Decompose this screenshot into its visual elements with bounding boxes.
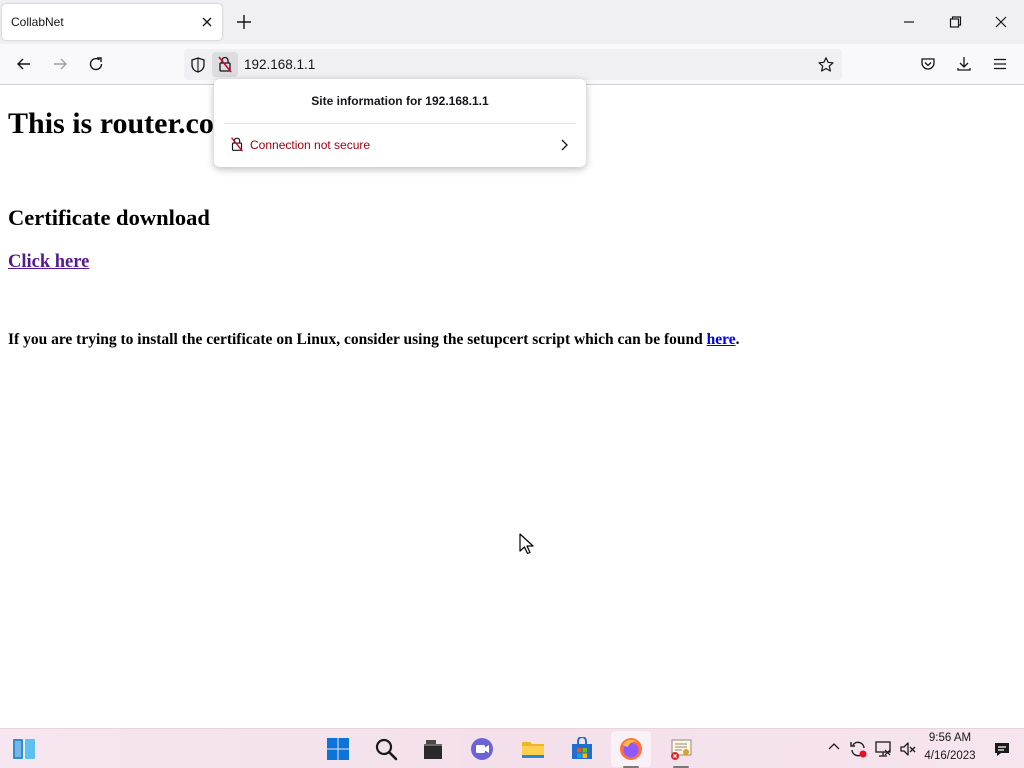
pocket-icon[interactable] <box>918 54 938 74</box>
taskbar-clock-time[interactable]: 9:56 AM <box>918 732 982 744</box>
teams-chat-icon[interactable] <box>470 737 494 761</box>
sync-icon[interactable] <box>848 739 872 763</box>
certificate-download-link[interactable]: Click here <box>8 252 89 273</box>
search-icon[interactable] <box>374 737 398 761</box>
taskbar-clock-date[interactable]: 4/16/2023 <box>918 750 982 762</box>
reload-icon[interactable] <box>86 54 106 74</box>
microsoft-store-icon[interactable] <box>570 737 594 761</box>
star-icon[interactable] <box>816 55 836 75</box>
arrow-right-icon[interactable] <box>50 54 70 74</box>
file-explorer-dark-icon[interactable] <box>421 737 445 761</box>
chevron-up-icon[interactable] <box>826 739 850 763</box>
linux-note: If you are trying to install the certifi… <box>8 331 740 349</box>
firefox-icon[interactable] <box>619 737 643 761</box>
folder-icon[interactable] <box>521 737 545 761</box>
broken-lock-icon <box>215 54 235 74</box>
notification-icon[interactable] <box>992 739 1016 763</box>
url-text[interactable]: 192.168.1.1 <box>244 57 315 72</box>
plus-icon[interactable] <box>234 12 254 32</box>
site-info-button[interactable] <box>212 52 238 77</box>
broken-lock-icon <box>228 135 246 153</box>
minimize-icon[interactable] <box>899 12 919 32</box>
restore-icon[interactable] <box>945 12 965 32</box>
close-icon[interactable] <box>991 12 1011 32</box>
mouse-cursor-icon <box>517 532 537 556</box>
setupcert-script-link[interactable]: here <box>707 331 736 348</box>
chevron-right-icon <box>556 137 572 153</box>
connection-security-row[interactable]: Connection not secure <box>224 131 576 159</box>
widgets-icon[interactable] <box>12 737 36 761</box>
tab-collabnet[interactable]: CollabNet <box>2 4 222 40</box>
page-content: This is router.co Certificate download C… <box>0 85 1024 728</box>
connection-not-secure-label: Connection not secure <box>250 138 371 152</box>
url-bar[interactable]: 192.168.1.1 <box>184 49 842 80</box>
browser-titlebar: CollabNet <box>0 0 1024 44</box>
download-icon[interactable] <box>954 54 974 74</box>
popup-divider <box>224 123 576 124</box>
linux-note-period: . <box>735 331 740 348</box>
shield-icon[interactable] <box>188 55 208 75</box>
certificate-heading: Certificate download <box>8 205 210 230</box>
hamburger-menu-icon[interactable] <box>990 54 1010 74</box>
windows-start-icon[interactable] <box>326 737 350 761</box>
site-info-popup: Site information for 192.168.1.1 Connect… <box>214 79 586 167</box>
linux-note-text: If you are trying to install the certifi… <box>8 331 707 348</box>
network-icon[interactable] <box>873 739 897 763</box>
close-icon[interactable] <box>199 14 215 30</box>
certificate-app-icon[interactable] <box>669 737 693 761</box>
arrow-left-icon[interactable] <box>14 54 34 74</box>
tab-title: CollabNet <box>11 15 64 29</box>
windows-taskbar <box>0 728 1024 768</box>
popup-title: Site information for 192.168.1.1 <box>311 94 489 108</box>
page-heading: This is router.co <box>8 107 214 140</box>
